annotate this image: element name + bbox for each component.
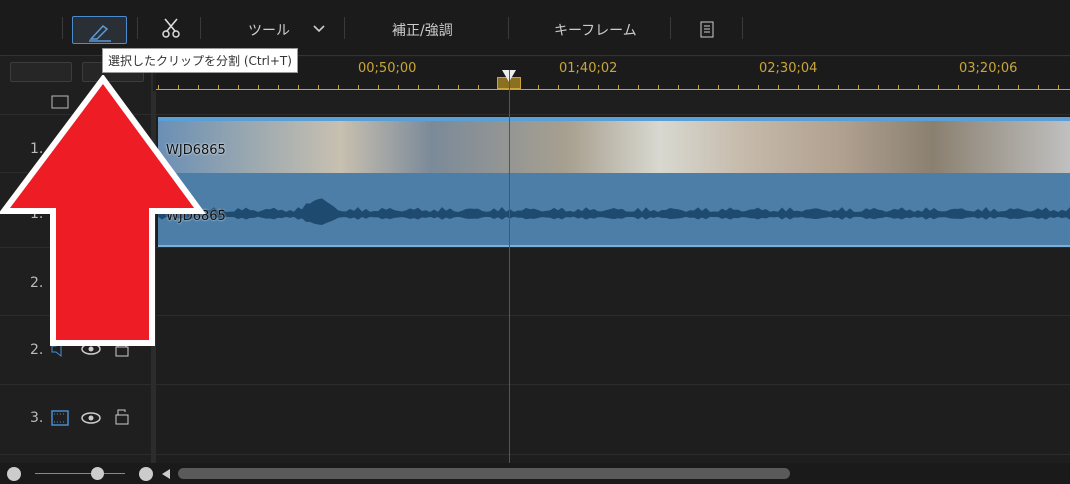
zoom-out-button[interactable] <box>7 467 21 481</box>
ruler-tick <box>358 85 359 90</box>
zoom-slider-thumb[interactable] <box>91 467 104 480</box>
ruler-tick <box>298 85 299 90</box>
video-track-icon <box>51 410 69 426</box>
playhead-line <box>509 70 510 463</box>
ruler-tick <box>258 85 259 90</box>
ruler-tick <box>738 85 739 90</box>
subtitle-doc-icon[interactable] <box>697 20 717 40</box>
horizontal-scrollbar[interactable] <box>178 468 790 479</box>
ruler-tick <box>978 85 979 90</box>
ruler-tick <box>878 85 879 90</box>
zoom-in-button[interactable] <box>139 467 153 481</box>
track-number: 3. <box>30 410 44 426</box>
chevron-down-icon[interactable] <box>312 24 326 34</box>
scissors-icon[interactable] <box>160 17 182 39</box>
ruler-tick <box>758 85 759 90</box>
audio-waveform <box>158 198 1070 225</box>
red-arrow-annotation <box>0 75 206 346</box>
ruler-tick <box>998 85 999 90</box>
ruler-tick <box>598 85 599 90</box>
ruler-tick <box>458 85 459 90</box>
ruler-tick <box>398 85 399 90</box>
enhance-button[interactable]: 補正/強調 <box>392 20 453 40</box>
ruler-tick <box>698 85 699 90</box>
video-clip[interactable]: WJD6865 <box>158 117 1070 173</box>
ruler-tick <box>318 85 319 90</box>
ruler-tick <box>478 85 479 90</box>
ruler-tick <box>918 85 919 90</box>
ruler-tick <box>1018 85 1019 90</box>
ruler-tick <box>538 85 539 90</box>
tools-menu[interactable]: ツール <box>248 20 290 40</box>
ruler-tick <box>778 85 779 90</box>
ruler-tick <box>438 85 439 90</box>
ruler-tick <box>1038 85 1039 90</box>
ruler-tick <box>798 85 799 90</box>
ruler-tick <box>218 85 219 90</box>
ruler-tick <box>578 85 579 90</box>
ruler-tick <box>638 85 639 90</box>
ruler-tick <box>938 85 939 90</box>
ruler-tick <box>678 85 679 90</box>
ruler-tick <box>718 85 719 90</box>
ruler-tick <box>558 85 559 90</box>
zoom-slider[interactable] <box>35 473 125 474</box>
ruler-label: 02;30;04 <box>759 61 818 76</box>
scroll-left-icon[interactable] <box>161 468 171 480</box>
ruler-tick <box>658 85 659 90</box>
ruler-label: 00;50;00 <box>358 61 417 76</box>
eye-icon[interactable] <box>81 412 101 424</box>
ruler-tick <box>858 85 859 90</box>
ruler-label: 01;40;02 <box>559 61 618 76</box>
tooltip: 選択したクリップを分割 (Ctrl+T) <box>102 48 298 73</box>
ruler-tick <box>1058 85 1059 90</box>
ruler-tick <box>618 85 619 90</box>
track-row-video-3: 3. <box>0 385 1070 455</box>
ruler-tick <box>838 85 839 90</box>
ruler-tick <box>238 85 239 90</box>
split-clip-button[interactable] <box>72 16 127 44</box>
knife-icon <box>89 24 111 42</box>
unlock-icon[interactable] <box>114 407 130 425</box>
audio-clip[interactable]: WJD6865 <box>158 173 1070 247</box>
keyframe-button[interactable]: キーフレーム <box>554 20 637 40</box>
ruler-tick <box>378 85 379 90</box>
zoom-bar <box>0 463 1070 484</box>
ruler-tick <box>958 85 959 90</box>
ruler-tick <box>818 85 819 90</box>
ruler-label: 03;20;06 <box>959 61 1018 76</box>
ruler-tick <box>278 85 279 90</box>
ruler-tick <box>898 85 899 90</box>
ruler-tick <box>338 85 339 90</box>
ruler-tick <box>418 85 419 90</box>
